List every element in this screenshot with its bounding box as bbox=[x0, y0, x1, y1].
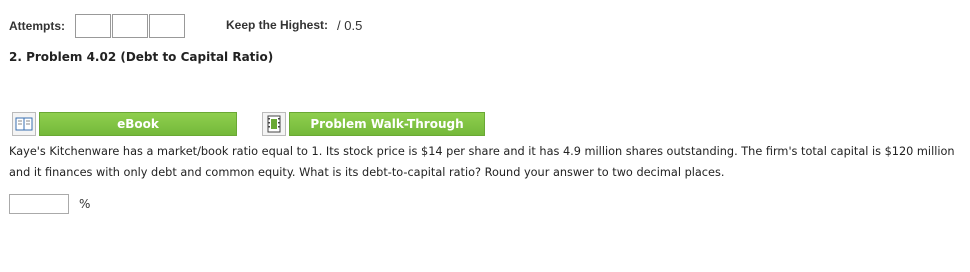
attempt-boxes bbox=[75, 14, 186, 38]
problem-title: 2. Problem 4.02 (Debt to Capital Ratio) bbox=[9, 50, 274, 64]
walkthrough-button-label[interactable]: Problem Walk-Through bbox=[289, 112, 485, 136]
question-text: Kaye's Kitchenware has a market/book rat… bbox=[9, 145, 955, 179]
keep-highest-score: / 0.5 bbox=[337, 18, 363, 33]
film-icon[interactable] bbox=[262, 112, 286, 136]
percent-unit: % bbox=[79, 197, 91, 211]
attempt-box bbox=[112, 14, 148, 38]
answer-row: % bbox=[9, 194, 90, 214]
attempts-label: Attempts: bbox=[9, 19, 65, 33]
attempt-box bbox=[149, 14, 185, 38]
attempt-box bbox=[75, 14, 111, 38]
book-icon[interactable] bbox=[12, 112, 36, 136]
ebook-button[interactable]: eBook bbox=[12, 111, 237, 137]
ebook-button-label[interactable]: eBook bbox=[39, 112, 237, 136]
attempts-row: Attempts: bbox=[9, 13, 186, 39]
answer-input[interactable] bbox=[9, 194, 69, 214]
keep-highest-label: Keep the Highest: bbox=[226, 18, 329, 32]
walkthrough-button[interactable]: Problem Walk-Through bbox=[262, 111, 485, 137]
